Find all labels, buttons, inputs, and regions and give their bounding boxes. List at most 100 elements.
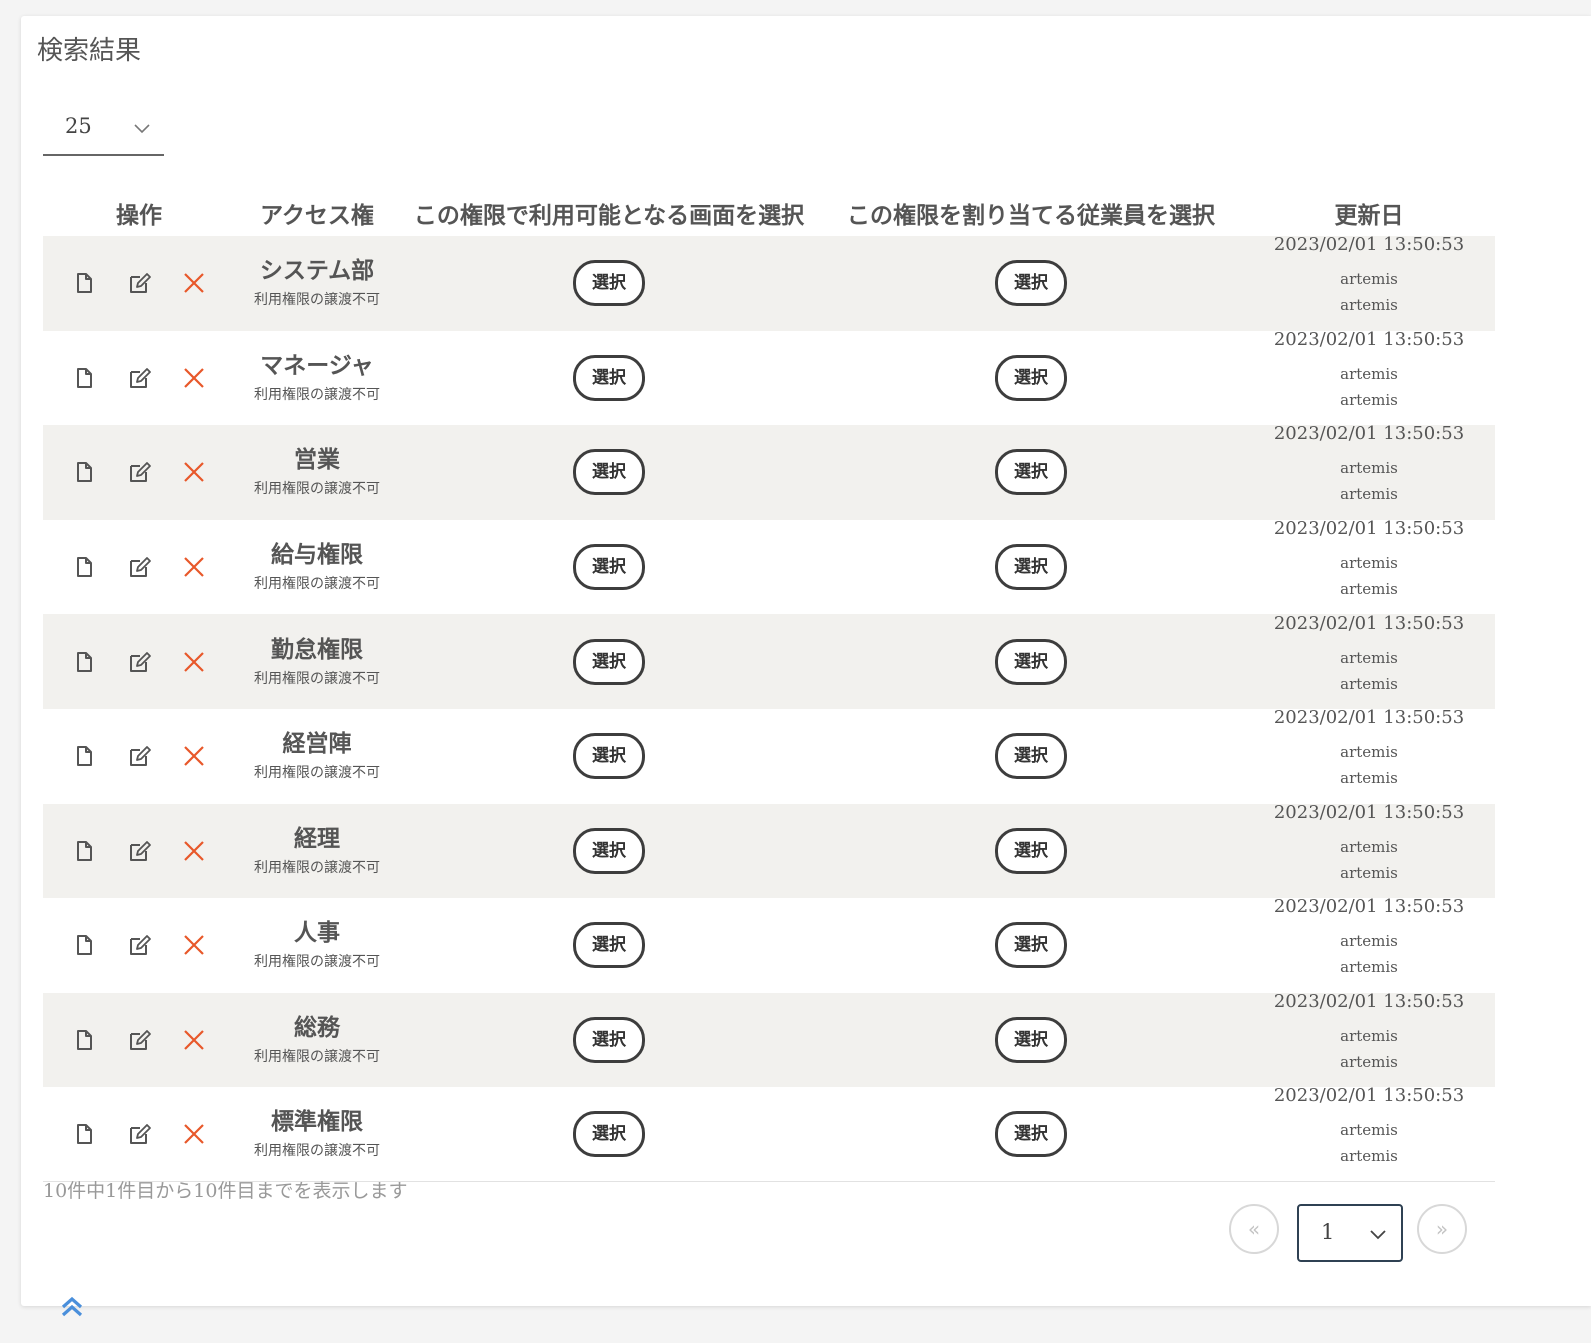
close-icon[interactable] bbox=[183, 934, 205, 956]
close-icon[interactable] bbox=[183, 1123, 205, 1145]
table-row: システム部 利用権限の譲渡不可 選択 選択 2023/02/01 13:50:5… bbox=[43, 234, 1495, 331]
close-icon[interactable] bbox=[183, 745, 205, 767]
edit-icon[interactable] bbox=[128, 745, 151, 767]
next-page-button[interactable]: » bbox=[1417, 1204, 1467, 1254]
select-screens-button[interactable]: 選択 bbox=[573, 260, 645, 307]
close-icon[interactable] bbox=[183, 1029, 205, 1051]
close-icon[interactable] bbox=[183, 272, 205, 294]
document-icon[interactable] bbox=[73, 556, 95, 578]
employees-cell: 選択 bbox=[819, 709, 1243, 804]
screens-cell: 選択 bbox=[399, 1087, 819, 1182]
table-row: 標準権限 利用権限の譲渡不可 選択 選択 2023/02/01 13:50:53… bbox=[43, 1085, 1495, 1182]
edit-icon[interactable] bbox=[128, 934, 151, 956]
edit-icon[interactable] bbox=[128, 1029, 151, 1051]
screens-cell: 選択 bbox=[399, 425, 819, 520]
role-name: 総務 bbox=[294, 1014, 340, 1042]
role-note: 利用権限の譲渡不可 bbox=[254, 859, 380, 876]
updated-by: artemis bbox=[1340, 296, 1398, 315]
select-screens-button[interactable]: 選択 bbox=[573, 922, 645, 969]
select-screens-button[interactable]: 選択 bbox=[573, 544, 645, 591]
page-number-select[interactable]: 1 bbox=[1297, 1204, 1403, 1262]
select-employees-button[interactable]: 選択 bbox=[995, 260, 1067, 307]
select-screens-button[interactable]: 選択 bbox=[573, 1017, 645, 1064]
close-icon[interactable] bbox=[183, 840, 205, 862]
document-icon[interactable] bbox=[73, 1029, 95, 1051]
created-by: artemis bbox=[1340, 459, 1398, 478]
select-screens-button[interactable]: 選択 bbox=[573, 1111, 645, 1158]
role-name: 経理 bbox=[294, 824, 340, 852]
document-icon[interactable] bbox=[73, 1123, 95, 1145]
table-row: 総務 利用権限の譲渡不可 選択 選択 2023/02/01 13:50:53 a… bbox=[43, 991, 1495, 1088]
document-icon[interactable] bbox=[73, 461, 95, 483]
select-screens-button[interactable]: 選択 bbox=[573, 733, 645, 780]
document-icon[interactable] bbox=[73, 840, 95, 862]
document-icon[interactable] bbox=[73, 272, 95, 294]
table-row: 人事 利用権限の譲渡不可 選択 選択 2023/02/01 13:50:53 a… bbox=[43, 896, 1495, 993]
employees-cell: 選択 bbox=[819, 520, 1243, 615]
per-page-value: 25 bbox=[65, 114, 92, 138]
updated-date: 2023/02/01 13:50:53 bbox=[1273, 423, 1465, 445]
edit-icon[interactable] bbox=[128, 461, 151, 483]
employees-cell: 選択 bbox=[819, 993, 1243, 1088]
updated-cell: 2023/02/01 13:50:53 artemis artemis bbox=[1243, 234, 1495, 331]
screens-cell: 選択 bbox=[399, 709, 819, 804]
document-icon[interactable] bbox=[73, 745, 95, 767]
created-by: artemis bbox=[1340, 1121, 1398, 1140]
select-employees-button[interactable]: 選択 bbox=[995, 827, 1067, 874]
select-employees-button[interactable]: 選択 bbox=[995, 733, 1067, 780]
screens-cell: 選択 bbox=[399, 804, 819, 899]
access-cell: 標準権限 利用権限の譲渡不可 bbox=[235, 1087, 399, 1182]
close-icon[interactable] bbox=[183, 367, 205, 389]
close-icon[interactable] bbox=[183, 461, 205, 483]
access-cell: 総務 利用権限の譲渡不可 bbox=[235, 993, 399, 1088]
employees-cell: 選択 bbox=[819, 1087, 1243, 1182]
role-note: 利用権限の譲渡不可 bbox=[254, 576, 380, 593]
role-note: 利用権限の譲渡不可 bbox=[254, 386, 380, 403]
select-employees-button[interactable]: 選択 bbox=[995, 354, 1067, 401]
updated-by: artemis bbox=[1340, 485, 1398, 504]
document-icon[interactable] bbox=[73, 934, 95, 956]
document-icon[interactable] bbox=[73, 367, 95, 389]
close-icon[interactable] bbox=[183, 556, 205, 578]
select-employees-button[interactable]: 選択 bbox=[995, 449, 1067, 496]
edit-icon[interactable] bbox=[128, 840, 151, 862]
column-header-updated: 更新日 bbox=[1334, 202, 1404, 229]
select-employees-button[interactable]: 選択 bbox=[995, 544, 1067, 591]
role-name: 人事 bbox=[294, 919, 340, 947]
select-screens-button[interactable]: 選択 bbox=[573, 638, 645, 685]
chevron-down-icon bbox=[1369, 1225, 1387, 1244]
ops-cell bbox=[43, 236, 235, 331]
updated-by: artemis bbox=[1340, 1053, 1398, 1072]
role-note: 利用権限の譲渡不可 bbox=[254, 1049, 380, 1066]
edit-icon[interactable] bbox=[128, 272, 151, 294]
select-employees-button[interactable]: 選択 bbox=[995, 1017, 1067, 1064]
screens-cell: 選択 bbox=[399, 898, 819, 993]
access-cell: 経営陣 利用権限の譲渡不可 bbox=[235, 709, 399, 804]
created-by: artemis bbox=[1340, 743, 1398, 762]
edit-icon[interactable] bbox=[128, 367, 151, 389]
select-employees-button[interactable]: 選択 bbox=[995, 1111, 1067, 1158]
select-screens-button[interactable]: 選択 bbox=[573, 449, 645, 496]
role-name: 勤怠権限 bbox=[271, 635, 363, 663]
select-screens-button[interactable]: 選択 bbox=[573, 354, 645, 401]
close-icon[interactable] bbox=[183, 651, 205, 673]
table-row: 経営陣 利用権限の譲渡不可 選択 選択 2023/02/01 13:50:53 … bbox=[43, 707, 1495, 804]
select-employees-button[interactable]: 選択 bbox=[995, 638, 1067, 685]
prev-page-button[interactable]: « bbox=[1229, 1204, 1279, 1254]
edit-icon[interactable] bbox=[128, 651, 151, 673]
updated-cell: 2023/02/01 13:50:53 artemis artemis bbox=[1243, 802, 1495, 899]
select-screens-button[interactable]: 選択 bbox=[573, 827, 645, 874]
chevron-down-icon bbox=[133, 119, 151, 138]
updated-date: 2023/02/01 13:50:53 bbox=[1273, 612, 1465, 634]
updated-cell: 2023/02/01 13:50:53 artemis artemis bbox=[1243, 896, 1495, 993]
per-page-select[interactable]: 25 bbox=[43, 112, 164, 156]
select-employees-button[interactable]: 選択 bbox=[995, 922, 1067, 969]
edit-icon[interactable] bbox=[128, 556, 151, 578]
ops-cell bbox=[43, 614, 235, 709]
role-name: 標準権限 bbox=[271, 1108, 363, 1136]
table-row: 勤怠権限 利用権限の譲渡不可 選択 選択 2023/02/01 13:50:53… bbox=[43, 612, 1495, 709]
screens-cell: 選択 bbox=[399, 331, 819, 426]
back-to-top-button[interactable] bbox=[60, 1296, 84, 1322]
edit-icon[interactable] bbox=[128, 1123, 151, 1145]
document-icon[interactable] bbox=[73, 651, 95, 673]
